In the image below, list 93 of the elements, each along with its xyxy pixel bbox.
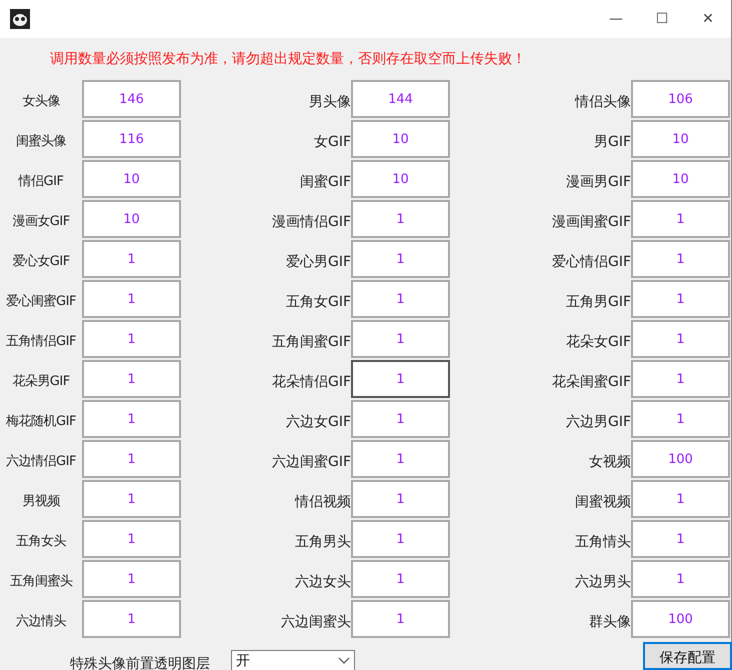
warning-text: 调用数量必须按照发布为准，请勿超出规定数量，否则存在取空而上传失败！ (50, 50, 526, 68)
field-label: 群头像 (589, 612, 631, 632)
number-field[interactable]: 1 (631, 200, 730, 238)
field-label: 漫画闺蜜GIF (552, 212, 631, 232)
maximize-button[interactable]: ☐ (639, 0, 685, 38)
field-label: 六边闺蜜头 (281, 612, 351, 632)
field-label: 花朵男GIF (12, 373, 70, 392)
number-field[interactable]: 1 (351, 280, 450, 318)
field-label: 五角男头 (295, 532, 351, 552)
number-field[interactable]: 1 (351, 520, 450, 558)
number-field[interactable]: 1 (82, 440, 181, 478)
field-label: 五角女GIF (286, 292, 351, 312)
number-field[interactable]: 1 (631, 320, 730, 358)
field-label: 漫画女GIF (12, 213, 70, 232)
field-label: 梅花随机GIF (6, 413, 76, 432)
number-field[interactable]: 106 (631, 80, 730, 118)
number-field[interactable]: 1 (82, 400, 181, 438)
number-field[interactable]: 1 (351, 200, 450, 238)
number-field[interactable]: 1 (82, 600, 181, 638)
number-field[interactable]: 10 (351, 120, 450, 158)
number-field[interactable]: 144 (351, 80, 450, 118)
number-field[interactable]: 1 (351, 400, 450, 438)
number-field[interactable]: 1 (631, 280, 730, 318)
number-field[interactable]: 100 (631, 600, 730, 638)
field-label: 五角情头 (575, 532, 631, 552)
number-field[interactable]: 1 (631, 240, 730, 278)
number-field[interactable]: 1 (82, 240, 181, 278)
field-label: 漫画情侣GIF (272, 212, 351, 232)
field-label: 闺蜜视频 (575, 492, 631, 512)
chevron-down-icon (338, 657, 350, 665)
dropdown[interactable]: 开 (231, 650, 355, 670)
number-field[interactable]: 10 (82, 160, 181, 198)
field-label: 漫画男GIF (566, 172, 631, 192)
field-label: 女头像 (22, 93, 60, 112)
field-label: 爱心情侣GIF (552, 252, 631, 272)
number-field[interactable]: 1 (351, 320, 450, 358)
field-label: 五角情侣GIF (6, 333, 76, 352)
number-field[interactable]: 1 (351, 440, 450, 478)
field-label: 六边女GIF (286, 412, 351, 432)
number-field[interactable]: 1 (631, 560, 730, 598)
field-label: 花朵闺蜜GIF (552, 372, 631, 392)
field-label: 情侣头像 (575, 92, 631, 112)
number-field[interactable]: 10 (631, 120, 730, 158)
number-field[interactable]: 10 (82, 200, 181, 238)
field-label: 闺蜜GIF (300, 172, 351, 192)
field-label: 六边闺蜜GIF (272, 452, 351, 472)
field-label: 花朵情侣GIF (272, 372, 351, 392)
number-field[interactable]: 1 (82, 560, 181, 598)
number-field[interactable]: 1 (351, 360, 450, 398)
field-label: 闺蜜头像 (16, 133, 66, 152)
setting-label: 特殊头像前置透明图层 (70, 655, 210, 670)
field-label: 五角男GIF (566, 292, 631, 312)
number-field[interactable]: 1 (631, 480, 730, 518)
number-field[interactable]: 1 (631, 400, 730, 438)
field-label: 六边情头 (16, 613, 66, 632)
number-field[interactable]: 1 (82, 320, 181, 358)
save-button[interactable]: 保存配置 (643, 642, 732, 670)
field-label: 爱心女GIF (12, 253, 70, 272)
field-label: 爱心闺蜜GIF (6, 293, 76, 312)
number-field[interactable]: 100 (631, 440, 730, 478)
field-label: 五角女头 (16, 533, 66, 552)
field-label: 六边男头 (575, 572, 631, 592)
field-label: 女视频 (589, 452, 631, 472)
field-label: 六边男GIF (566, 412, 631, 432)
field-label: 六边女头 (295, 572, 351, 592)
field-label: 爱心男GIF (286, 252, 351, 272)
field-label: 五角闺蜜GIF (272, 332, 351, 352)
minimize-button[interactable]: — (593, 0, 639, 38)
number-field[interactable]: 146 (82, 80, 181, 118)
app-icon (10, 9, 30, 29)
number-field[interactable]: 1 (351, 480, 450, 518)
number-field[interactable]: 1 (82, 520, 181, 558)
number-field[interactable]: 1 (631, 360, 730, 398)
number-field[interactable]: 1 (82, 280, 181, 318)
field-label: 花朵女GIF (566, 332, 631, 352)
number-field[interactable]: 1 (351, 240, 450, 278)
number-field[interactable]: 1 (351, 600, 450, 638)
field-label: 男头像 (309, 92, 351, 112)
close-button[interactable]: ✕ (685, 0, 731, 38)
number-field[interactable]: 1 (82, 480, 181, 518)
number-field[interactable]: 116 (82, 120, 181, 158)
field-label: 男视频 (22, 493, 60, 512)
field-label: 情侣视频 (295, 492, 351, 512)
number-field[interactable]: 1 (351, 560, 450, 598)
field-label: 情侣GIF (18, 173, 64, 192)
number-field[interactable]: 10 (351, 160, 450, 198)
field-label: 男GIF (594, 132, 631, 152)
field-label: 女GIF (314, 132, 351, 152)
field-label: 五角闺蜜头 (10, 573, 72, 592)
number-field[interactable]: 10 (631, 160, 730, 198)
number-field[interactable]: 1 (82, 360, 181, 398)
number-field[interactable]: 1 (631, 520, 730, 558)
field-label: 六边情侣GIF (6, 453, 76, 472)
